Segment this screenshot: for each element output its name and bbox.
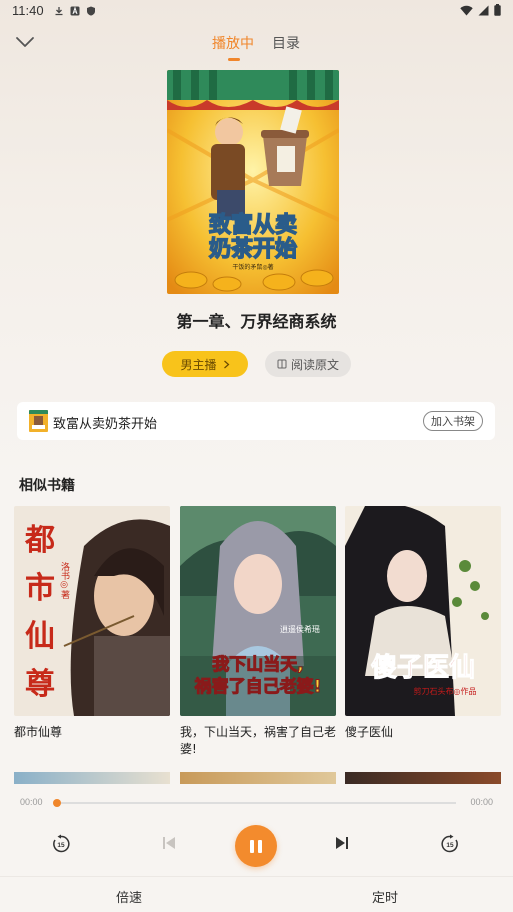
rewind-15-icon: 15 (53, 834, 70, 853)
cover-author: 洛书◎著 (59, 561, 70, 599)
pause-button[interactable] (235, 825, 277, 867)
progress-row: 00:00 00:00 (0, 796, 513, 810)
cover-title-line2: 奶茶开始 (209, 236, 297, 262)
book-cover: 致富从卖 奶茶开始 干饭的矛鼠◎著 (167, 70, 339, 294)
similar-books-title: 相似书籍 (19, 478, 75, 494)
progress-thumb[interactable] (53, 799, 61, 807)
book-info-bar[interactable]: 致富从卖奶茶开始 加入书架 (17, 402, 495, 440)
book-card[interactable]: 我下山当天, 祸害了自己老婆! 逍遥侯希瑶 我，下山当天，祸害了自己老婆! (180, 506, 336, 758)
chapter-title: 第一章、万界经商系统 (176, 312, 337, 331)
skip-next-icon (336, 837, 348, 849)
previous-chapter-button[interactable] (161, 835, 177, 855)
tab-playing[interactable]: 播放中 (212, 33, 254, 61)
read-original-label: 阅读原文 (290, 357, 339, 372)
next-chapter-button[interactable] (334, 835, 350, 855)
book-card-peek[interactable] (14, 772, 170, 784)
sleep-timer-button[interactable]: 定时 (372, 887, 398, 906)
rewind-15-button[interactable]: 15 (51, 834, 71, 858)
book-card-title: 都市仙尊 (14, 725, 63, 739)
pause-icon (250, 839, 254, 853)
book-card-cover: 我下山当天, 祸害了自己老婆! 逍遥侯希瑶 (180, 506, 336, 716)
playback-controls: 15 15 (0, 822, 513, 868)
forward-15-icon: 15 (441, 834, 458, 853)
cover-title: 傻子医仙 (371, 653, 475, 683)
progress-track[interactable] (58, 802, 456, 804)
book-thumbnail (29, 410, 48, 432)
svg-text:15: 15 (57, 842, 65, 849)
player-options: 倍速 定时 (0, 876, 513, 912)
status-time: 11:40 (12, 3, 44, 18)
cover-char: 都 (24, 523, 55, 558)
skip-previous-icon (163, 837, 175, 849)
tab-catalog[interactable]: 目录 (272, 33, 300, 53)
player-header: 播放中 目录 (0, 28, 513, 61)
forward-15-button[interactable]: 15 (440, 834, 460, 858)
book-icon (277, 359, 287, 369)
book-card-title: 我，下山当天，祸害了自己老婆! (180, 725, 337, 756)
cover-char: 尊 (25, 667, 55, 702)
book-card-peek[interactable] (180, 772, 336, 784)
system-icons (460, 4, 501, 19)
svg-text:15: 15 (446, 842, 454, 849)
notification-icons (54, 5, 96, 16)
download-icon (54, 5, 64, 16)
cover-author: 干饭的矛鼠◎著 (232, 263, 273, 271)
app-shield-icon (86, 5, 96, 16)
narrator-label: 男主播 (180, 357, 217, 372)
book-card-cover: 傻子医仙 剪刀石头布◎作品 (345, 506, 501, 716)
add-to-shelf-button[interactable]: 加入书架 (423, 411, 483, 431)
signal-icon (478, 5, 489, 19)
cover-title-line1: 我下山当天, (212, 654, 303, 675)
pause-icon (258, 839, 262, 853)
narrator-button[interactable]: 男主播 (162, 351, 248, 377)
chevron-right-icon (223, 360, 229, 368)
book-card-peek[interactable] (345, 772, 501, 784)
speed-button[interactable]: 倍速 (116, 887, 142, 906)
cover-title-line2: 祸害了自己老婆! (195, 676, 322, 697)
cover-author: 剪刀石头布◎作品 (414, 686, 477, 696)
collapse-button[interactable] (14, 31, 36, 53)
book-card-title: 傻子医仙 (345, 725, 394, 739)
read-original-button[interactable]: 阅读原文 (265, 351, 351, 377)
battery-icon (494, 4, 501, 19)
current-time: 00:00 (20, 797, 43, 807)
book-card[interactable]: 都 市 仙 尊 洛书◎著 都市仙尊 (14, 506, 170, 741)
book-card-cover: 都 市 仙 尊 洛书◎著 (14, 506, 170, 716)
audio-player: 00:00 00:00 15 15 倍速 定时 (0, 786, 513, 912)
cover-title-line1: 致富从卖 (209, 212, 297, 238)
tab-bar: 播放中 目录 (212, 33, 300, 61)
book-card[interactable]: 傻子医仙 剪刀石头布◎作品 傻子医仙 (345, 506, 501, 741)
app-a-icon (70, 5, 80, 16)
cover-author: 逍遥侯希瑶 (280, 624, 320, 634)
book-name: 致富从卖奶茶开始 (53, 417, 158, 432)
status-bar: 11:40 (0, 0, 513, 22)
cover-char: 市 (25, 571, 55, 606)
cover-char: 仙 (25, 619, 55, 654)
total-time: 00:00 (470, 797, 493, 807)
chevron-down-icon (16, 37, 34, 47)
wifi-icon (460, 5, 473, 19)
